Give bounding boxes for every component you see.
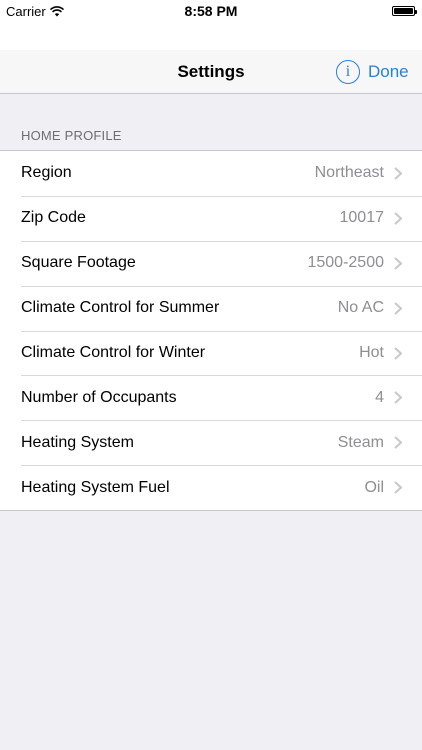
table-row-climate-winter[interactable]: Climate Control for Winter Hot [0,330,422,376]
row-label: Heating System [21,433,134,451]
done-button[interactable]: Done [368,62,409,82]
row-value: Steam [337,433,384,451]
chevron-right-icon [394,212,402,225]
chevron-right-icon [394,301,402,315]
row-label: Number of Occupants [21,388,177,406]
settings-table: Region Northeast Zip Code 10017 Square F… [0,150,422,512]
table-row-region[interactable]: Region Northeast [0,151,422,196]
table-row-occupants[interactable]: Number of Occupants 4 [0,375,422,420]
table-row-climate-summer[interactable]: Climate Control for Summer No AC [0,285,422,331]
chevron-right-icon [394,436,402,450]
row-value: Hot [359,344,384,361]
table-row-heating-system[interactable]: Heating System Steam [0,420,422,465]
top-spacer [0,26,422,50]
row-label: Climate Control for Summer [21,299,220,317]
chevron-right-icon [394,256,402,270]
section-header: HOME PROFILE [21,128,122,143]
row-value: Oil [364,478,384,496]
row-value: Northeast [314,164,384,182]
chevron-right-icon [394,481,402,494]
table-row-square-footage[interactable]: Square Footage 1500-2500 [0,240,422,286]
battery-fill [394,8,413,14]
table-row-heating-fuel[interactable]: Heating System Fuel Oil [0,465,422,510]
row-value: 10017 [339,209,385,227]
chevron-right-icon [394,167,402,180]
row-value: No AC [337,299,384,317]
row-label: Zip Code [21,209,86,227]
row-label: Region [21,164,72,182]
clock: 8:58 PM [184,3,238,19]
row-value: 4 [375,388,384,406]
row-label: Heating System Fuel [21,478,170,496]
table-row-zip-code[interactable]: Zip Code 10017 [0,195,422,241]
status-bar: Carrier 8:58 PM [0,0,422,26]
battery-icon [392,6,417,16]
info-icon[interactable]: i [336,60,360,84]
row-label: Square Footage [21,254,136,272]
row-value: 1500-2500 [307,254,384,272]
row-label: Climate Control for Winter [21,344,206,361]
navigation-bar: Settings i Done [0,50,422,94]
chevron-right-icon [394,346,402,360]
chevron-right-icon [394,391,402,405]
